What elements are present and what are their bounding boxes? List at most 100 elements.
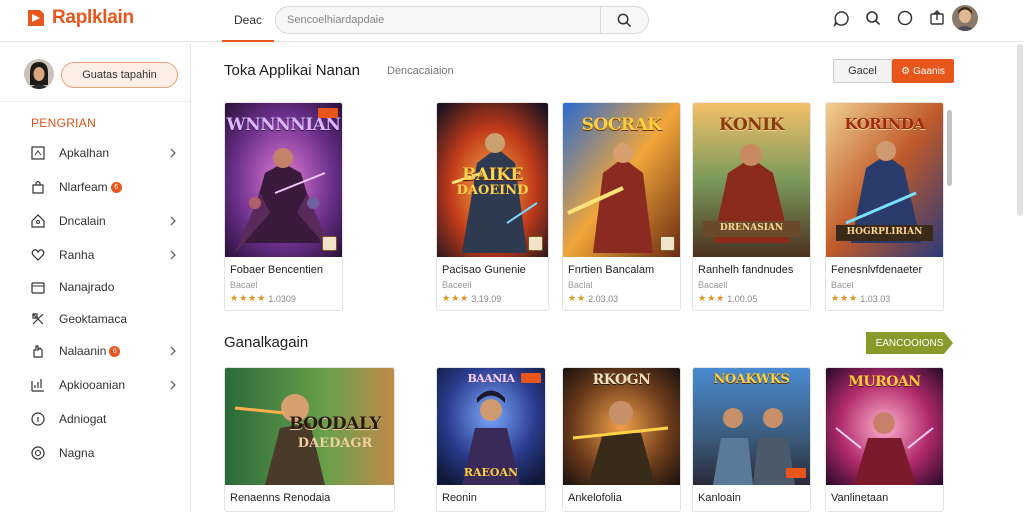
- chat-icon[interactable]: [832, 9, 850, 27]
- app-thumbnail: RKOGN: [563, 368, 680, 485]
- section-subtitle[interactable]: Dencacaiaion: [387, 65, 454, 77]
- sidebar-item-2[interactable]: Nlarfeam 6: [30, 176, 180, 198]
- app-name: Renaenns Renodaia: [230, 492, 331, 504]
- user-avatar[interactable]: [952, 5, 978, 31]
- star-icon: ★: [248, 293, 257, 303]
- sidebar-item-4[interactable]: Ranha: [30, 244, 180, 266]
- app-card[interactable]: KORINDA HOGRPLIRIAN Fenesnlvfdenaeter Ba…: [825, 102, 944, 311]
- sidebar-item-label: Geoktamaca: [59, 312, 128, 326]
- app-category: Baceeil: [442, 280, 472, 290]
- star-icon: ★: [849, 293, 858, 303]
- app-name: Ranhelh fandnudes: [698, 264, 794, 276]
- category-tag-button[interactable]: EANCOOIONS: [866, 332, 953, 354]
- chevron-right-icon: [170, 250, 176, 260]
- hand-icon: [30, 343, 46, 359]
- app-thumbnail: KORINDA HOGRPLIRIAN: [826, 103, 943, 257]
- section-label: PENGRIAN: [31, 116, 97, 130]
- chevron-right-icon: [170, 148, 176, 158]
- sidebar-item-9[interactable]: Adniogat: [30, 408, 180, 430]
- logo-icon: [28, 10, 44, 26]
- star-icon: ★: [230, 293, 239, 303]
- app-card[interactable]: MUROAN Vanlinetaan: [825, 367, 944, 512]
- brand[interactable]: Raplklain: [26, 6, 134, 30]
- app-thumbnail: MUROAN: [826, 368, 943, 485]
- rating-score: 1.00.05: [727, 293, 758, 304]
- art-title: KONIK: [719, 115, 784, 135]
- category-tag-label: EANCOOIONS: [875, 337, 944, 349]
- search-input[interactable]: [276, 7, 600, 33]
- rating: ★ ★ ★ 1.03.03: [831, 293, 890, 304]
- star-icon: ★: [716, 293, 725, 303]
- sidebar-item-label: Apkiooanian: [59, 378, 126, 392]
- sidebar-item-5[interactable]: Nanajrado: [30, 276, 180, 298]
- app-name: Fobaer Bencentien: [230, 264, 323, 276]
- star-icon: ★: [442, 293, 451, 303]
- page-scrollbar[interactable]: [1017, 44, 1023, 216]
- tag-icon: [30, 213, 46, 229]
- sidebar-item-8[interactable]: Apkiooanian: [30, 374, 180, 396]
- star-icon: ★: [460, 293, 469, 303]
- bag-icon: [30, 179, 46, 195]
- art-title: MUROAN: [848, 374, 921, 390]
- art-title: BAIKE: [462, 165, 523, 185]
- rating-score: 3.19.09: [471, 293, 502, 304]
- section-title: Toka Applikai Nanan: [224, 62, 360, 79]
- star-icon: ★: [577, 293, 586, 303]
- star-icon: ★: [698, 293, 707, 303]
- chevron-right-icon: [170, 346, 176, 356]
- rating: ★ ★ 2.03.03: [568, 293, 618, 304]
- tab-home[interactable]: Deac: [222, 0, 274, 42]
- see-all-label: Gaanis: [913, 65, 945, 77]
- sidebar-item-label: Ranha: [59, 248, 95, 262]
- section-title: Ganalkagain: [224, 334, 309, 351]
- gear-icon: ⚙: [901, 65, 911, 77]
- app-card[interactable]: KONIK DRENASIAN Ranhelh fandnudes Bacael…: [692, 102, 811, 311]
- corner-icon: [660, 236, 675, 251]
- see-all-button[interactable]: ⚙ Gaanis: [892, 59, 954, 83]
- star-icon: ★: [257, 293, 266, 303]
- app-card[interactable]: BAIKE DAOEIND Pacisao Gunenie Baceeil ★ ★…: [436, 102, 549, 311]
- corner-icon: [322, 236, 337, 251]
- app-name: Pacisao Gunenie: [442, 264, 526, 276]
- star-icon: ★: [707, 293, 716, 303]
- circle-icon[interactable]: [896, 9, 914, 27]
- rating: ★ ★ ★ 1.00.05: [698, 293, 757, 304]
- box-icon: [30, 279, 46, 295]
- search-icon[interactable]: [864, 9, 882, 27]
- app-card[interactable]: BOODALY DAEDAGR Renaenns Renodaia: [224, 367, 395, 512]
- sidebar-item-label: Nalaanin: [59, 344, 107, 358]
- chevron-right-icon: [170, 216, 176, 226]
- app-thumbnail: BOODALY DAEDAGR: [225, 368, 394, 485]
- sidebar-item-3[interactable]: Dncalain: [30, 210, 180, 232]
- app-card[interactable]: BAANIA RAEOAN Reonin: [436, 367, 546, 512]
- app-category: Bacaell: [698, 280, 728, 290]
- count-badge: 6: [109, 345, 121, 357]
- art-subtitle: DAOEIND: [456, 183, 529, 198]
- carousel-scrollbar[interactable]: [947, 110, 952, 186]
- profile-button[interactable]: Guatas tapahin: [61, 62, 178, 88]
- app-card[interactable]: SOCRAK Fnrtien Bancalam Baclal ★ ★ 2.03.0…: [562, 102, 681, 311]
- sidebar-item-10[interactable]: Nagna: [30, 442, 180, 464]
- sidebar-item-6[interactable]: Geoktamaca: [30, 308, 180, 330]
- art-subtitle: RAEOAN: [463, 466, 519, 479]
- sidebar-item-1[interactable]: Apkalhan: [30, 142, 180, 164]
- app-thumbnail: SOCRAK: [563, 103, 680, 257]
- app-card[interactable]: NOAKWKS Kanloain: [692, 367, 811, 512]
- app-name: Fenesnlvfdenaeter: [831, 264, 923, 276]
- rating-score: 2.03.03: [588, 293, 619, 304]
- sidebar-item-7[interactable]: Nalaanin 6: [30, 340, 180, 362]
- rating-score: 1.03.03: [860, 293, 891, 304]
- search-button[interactable]: [600, 7, 648, 33]
- share-icon[interactable]: [928, 9, 946, 27]
- star-icon: ★: [840, 293, 849, 303]
- avatar[interactable]: [24, 59, 54, 89]
- art-title: NOAKWKS: [713, 372, 790, 387]
- star-icon: ★: [831, 293, 840, 303]
- app-category: Baclal: [568, 280, 593, 290]
- app-card[interactable]: WNNNNIAN Fobaer Bencentien Bacael ★ ★ ★ ★ 1…: [224, 102, 343, 311]
- sidebar-item-label: Nlarfeam: [59, 180, 108, 194]
- app-card[interactable]: RKOGN Ankelofolia: [562, 367, 681, 512]
- badge-flag: [786, 468, 806, 478]
- app-thumbnail: WNNNNIAN: [225, 103, 342, 257]
- filter-button[interactable]: Gacel: [833, 59, 892, 83]
